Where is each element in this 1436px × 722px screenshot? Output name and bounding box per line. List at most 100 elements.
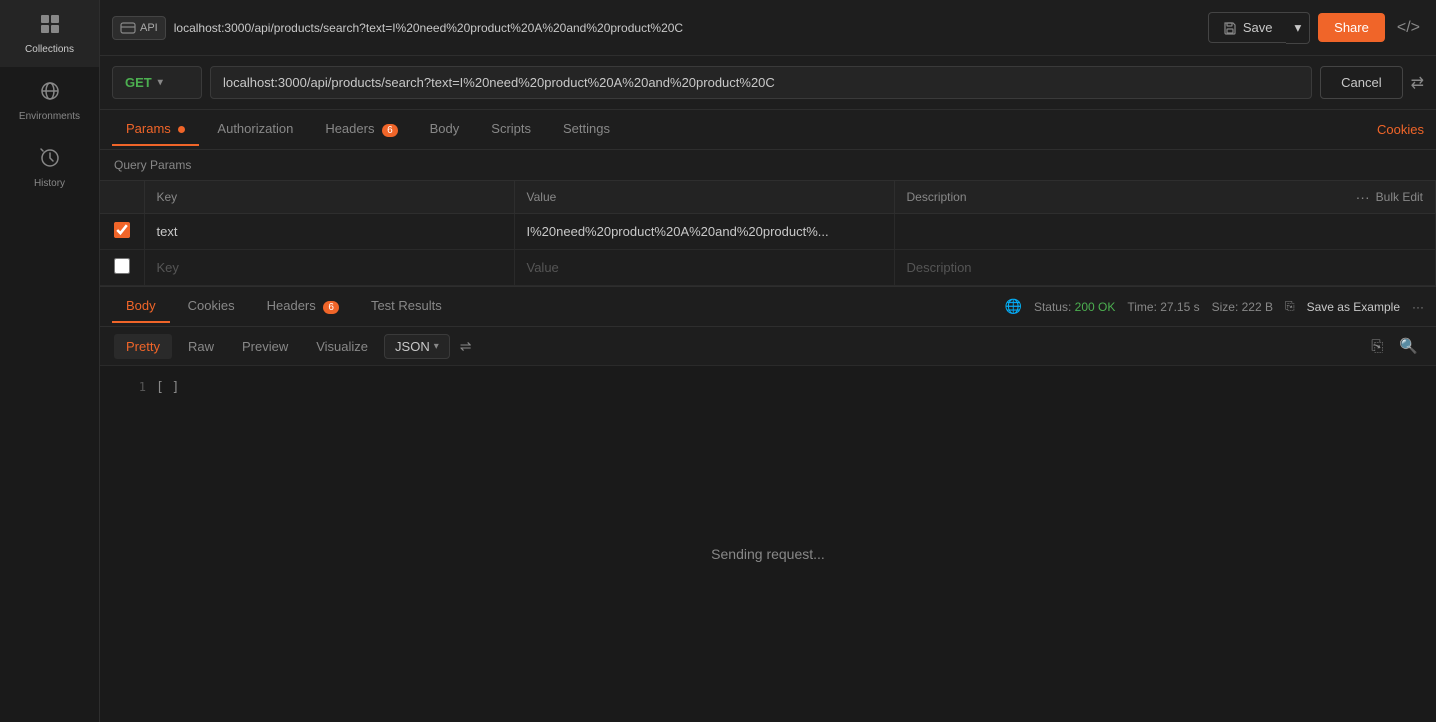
- save-label: Save: [1243, 20, 1273, 35]
- row1-checkbox[interactable]: [114, 222, 130, 238]
- status-code: 200 OK: [1075, 300, 1116, 314]
- response-status-area: 🌐 Status: 200 OK Time: 27.15 s Size: 222…: [1005, 298, 1424, 315]
- row2-checkbox[interactable]: [114, 258, 130, 274]
- row1-check-cell: [100, 214, 144, 250]
- response-tab-cookies[interactable]: Cookies: [174, 290, 249, 323]
- status-text: Status: 200 OK: [1034, 300, 1115, 314]
- code-bracket: [ ]: [156, 378, 179, 399]
- sidebar: Collections Environments History: [0, 0, 100, 722]
- collections-icon: [38, 12, 62, 40]
- response-tab-test-results[interactable]: Test Results: [357, 290, 456, 323]
- tab-body[interactable]: Body: [416, 113, 474, 146]
- row2-value: Value: [527, 260, 559, 275]
- method-dropdown-arrow: ▾: [158, 77, 163, 88]
- api-icon-badge: API: [112, 16, 166, 40]
- cancel-label: Cancel: [1341, 75, 1381, 90]
- response-section: Body Cookies Headers 6 Test Results 🌐 St…: [100, 286, 1436, 722]
- url-input[interactable]: [210, 66, 1312, 99]
- cookies-link[interactable]: Cookies: [1377, 122, 1424, 137]
- format-tab-preview[interactable]: Preview: [230, 334, 300, 359]
- response-tab-headers[interactable]: Headers 6: [253, 290, 353, 323]
- tab-headers[interactable]: Headers 6: [311, 113, 411, 146]
- response-format-bar: Pretty Raw Preview Visualize JSON ▾ ⇌ ⎘ …: [100, 327, 1436, 366]
- format-tab-visualize[interactable]: Visualize: [304, 334, 380, 359]
- params-dot-indicator: [178, 126, 185, 133]
- response-tab-body[interactable]: Body: [112, 290, 170, 323]
- tabs-right-area: Cookies: [1377, 122, 1424, 137]
- sidebar-item-collections[interactable]: Collections: [0, 0, 99, 67]
- sidebar-item-history[interactable]: History: [0, 134, 99, 201]
- row2-check-cell: [100, 250, 144, 286]
- tab-settings[interactable]: Settings: [549, 113, 624, 146]
- format-tab-pretty-label: Pretty: [126, 339, 160, 354]
- line-number-1: 1: [116, 378, 146, 397]
- code-icon[interactable]: </>: [1393, 15, 1424, 41]
- row2-description: Description: [907, 260, 972, 275]
- response-overflow-icon[interactable]: ···: [1412, 300, 1424, 314]
- row1-key-cell[interactable]: text: [144, 214, 514, 250]
- api-icon-text: API: [140, 22, 158, 34]
- environments-icon: [38, 79, 62, 107]
- sending-text: Sending request...: [711, 546, 825, 562]
- save-dropdown-button[interactable]: ▾: [1286, 12, 1310, 44]
- top-url-display: localhost:3000/api/products/search?text=…: [174, 21, 1200, 35]
- tab-authorization[interactable]: Authorization: [203, 113, 307, 146]
- save-example-button[interactable]: Save as Example: [1307, 300, 1400, 314]
- save-button-group: Save ▾: [1208, 12, 1310, 44]
- sidebar-item-environments[interactable]: Environments: [0, 67, 99, 134]
- status-label: Status:: [1034, 300, 1071, 314]
- response-tab-headers-label: Headers: [267, 298, 316, 313]
- cancel-button[interactable]: Cancel: [1320, 66, 1402, 99]
- json-format-label: JSON: [395, 339, 430, 354]
- params-overflow-icon[interactable]: ···: [1356, 189, 1370, 205]
- search-response-icon[interactable]: 🔍: [1395, 333, 1422, 359]
- tab-authorization-label: Authorization: [217, 121, 293, 136]
- row1-value-cell[interactable]: I%20need%20product%20A%20and%20product%.…: [514, 214, 894, 250]
- table-row: text I%20need%20product%20A%20and%20prod…: [100, 214, 1436, 250]
- format-tab-raw-label: Raw: [188, 339, 214, 354]
- filter-icon[interactable]: ⇌: [454, 334, 478, 359]
- col-description-label: Description: [907, 190, 967, 204]
- tab-scripts[interactable]: Scripts: [477, 113, 545, 146]
- row2-key-cell[interactable]: Key: [144, 250, 514, 286]
- code-line-1: 1 [ ]: [116, 378, 1420, 399]
- share-button[interactable]: Share: [1318, 13, 1385, 42]
- response-tabs-bar: Body Cookies Headers 6 Test Results 🌐 St…: [100, 287, 1436, 327]
- method-select[interactable]: GET ▾: [112, 66, 202, 99]
- history-icon: [38, 146, 62, 174]
- format-tab-pretty[interactable]: Pretty: [114, 334, 172, 359]
- sending-message: Sending request...: [116, 399, 1420, 710]
- json-format-select[interactable]: JSON ▾: [384, 334, 450, 359]
- globe-icon: 🌐: [1005, 298, 1022, 315]
- bulk-edit-button[interactable]: Bulk Edit: [1376, 190, 1423, 204]
- tab-settings-label: Settings: [563, 121, 610, 136]
- request-tabs-bar: Params Authorization Headers 6 Body Scri…: [100, 110, 1436, 150]
- format-tab-raw[interactable]: Raw: [176, 334, 226, 359]
- response-tab-body-label: Body: [126, 298, 156, 313]
- request-bar: GET ▾ Cancel ⇄: [100, 56, 1436, 110]
- format-tab-preview-label: Preview: [242, 339, 288, 354]
- row1-desc-cell[interactable]: [894, 214, 1436, 250]
- share-label: Share: [1334, 20, 1369, 35]
- main-area: API localhost:3000/api/products/search?t…: [100, 0, 1436, 722]
- copy-response-icon[interactable]: ⎘: [1285, 299, 1295, 314]
- row2-desc-cell[interactable]: Description: [894, 250, 1436, 286]
- top-bar: API localhost:3000/api/products/search?t…: [100, 0, 1436, 56]
- col-check: [100, 181, 144, 214]
- chevron-down-icon: ▾: [1294, 20, 1301, 35]
- row2-value-cell[interactable]: Value: [514, 250, 894, 286]
- bulk-edit-area: ··· Bulk Edit: [1356, 189, 1423, 205]
- copy-code-icon[interactable]: ⎘: [1367, 334, 1387, 359]
- tab-params[interactable]: Params: [112, 113, 199, 146]
- query-params-header: Query Params: [100, 150, 1436, 181]
- response-tab-test-results-label: Test Results: [371, 298, 442, 313]
- response-tab-cookies-label: Cookies: [188, 298, 235, 313]
- headers-badge: 6: [382, 124, 398, 137]
- size-text: Size: 222 B: [1212, 300, 1273, 314]
- query-params-label: Query Params: [114, 158, 191, 172]
- row1-key: text: [157, 224, 178, 239]
- code-area: 1 [ ] Sending request...: [100, 366, 1436, 722]
- col-description: Description ··· Bulk Edit: [894, 181, 1436, 214]
- table-row: Key Value Description: [100, 250, 1436, 286]
- save-button[interactable]: Save: [1208, 12, 1287, 43]
